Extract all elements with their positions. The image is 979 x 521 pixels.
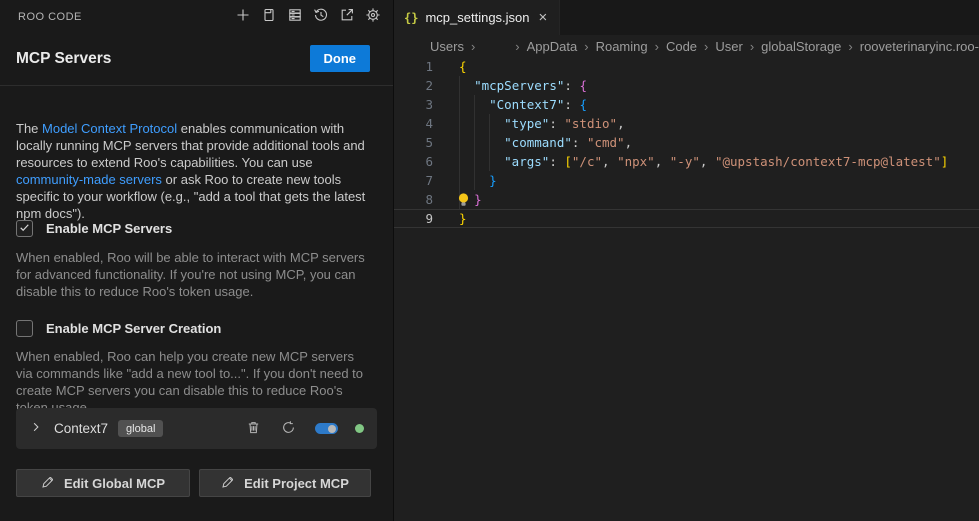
panel-toolbar (233, 7, 382, 26)
breadcrumb-separator-icon: › (704, 39, 708, 54)
description-text: The (16, 121, 42, 136)
breadcrumb-item[interactable]: Code (666, 39, 697, 54)
tab-mcp-settings-json[interactable]: {} mcp_settings.json × (394, 0, 560, 35)
settings-gear-icon (365, 7, 381, 26)
new-task-button[interactable] (233, 7, 252, 26)
code-line[interactable]: 4 "type": "stdio", (394, 114, 979, 133)
editor-pane: {} mcp_settings.json × Users › › AppData › Ro… (393, 0, 979, 521)
expand-server-button[interactable] (29, 422, 43, 436)
panel-header-title: ROO CODE (18, 11, 82, 23)
header-divider (0, 85, 393, 86)
enable-mcp-server-creation-label: Enable MCP Server Creation (46, 321, 221, 336)
breadcrumb-separator-icon: › (848, 39, 852, 54)
toggle-knob (328, 425, 336, 433)
description-link[interactable]: community-made servers (16, 172, 162, 187)
done-button[interactable]: Done (310, 45, 371, 72)
breadcrumb-separator-icon: › (584, 39, 588, 54)
line-number: 5 (394, 133, 433, 152)
mcp-description: The Model Context Protocol enables commu… (16, 120, 373, 222)
json-file-icon: {} (404, 11, 418, 25)
pencil-icon (41, 475, 55, 492)
code-editor[interactable]: 1{2 "mcpServers": {3 "Context7": {4 "typ… (394, 57, 979, 521)
edit-project-mcp-button[interactable]: Edit Project MCP (199, 469, 371, 497)
settings-button[interactable] (363, 7, 382, 26)
server-status-dot (355, 424, 364, 433)
server-name: Context7 (54, 421, 108, 436)
edit-global-mcp-button[interactable]: Edit Global MCP (16, 469, 190, 497)
code-line[interactable]: 9} (394, 209, 979, 228)
editor-tab-bar: {} mcp_settings.json × (394, 0, 979, 35)
scope-badge: global (118, 420, 163, 437)
open-in-editor-icon (339, 7, 355, 26)
plus-icon (235, 7, 251, 26)
roo-code-panel: ROO CODE MCP Servers Done The Model Cont… (0, 0, 393, 521)
enable-mcp-servers-description: When enabled, Roo will be able to intera… (16, 249, 373, 300)
line-number: 3 (394, 95, 433, 114)
enable-mcp-server-creation-checkbox[interactable] (16, 320, 33, 337)
delete-server-button[interactable] (245, 420, 262, 437)
tab-label: mcp_settings.json (425, 10, 529, 25)
code-lines: 1{2 "mcpServers": {3 "Context7": {4 "typ… (394, 57, 979, 228)
history-icon (313, 7, 329, 26)
notepad-icon (261, 7, 277, 26)
code-line[interactable]: 8 } (394, 190, 979, 209)
breadcrumb-separator-icon: › (750, 39, 754, 54)
checkmark-icon (19, 220, 30, 238)
code-line[interactable]: 6 "args": ["/c", "npx", "-y", "@upstash/… (394, 152, 979, 171)
breadcrumb-item[interactable]: Users (430, 39, 464, 54)
breadcrumb-item[interactable]: globalStorage (761, 39, 841, 54)
breadcrumb-separator-icon: › (471, 39, 475, 54)
breadcrumb-separator-icon: › (515, 39, 519, 54)
chevron-right-icon (30, 421, 42, 436)
prompts-button[interactable] (259, 7, 278, 26)
refresh-icon (281, 420, 296, 438)
mcp-servers-button[interactable] (285, 7, 304, 26)
server-enabled-toggle[interactable] (315, 423, 338, 434)
breadcrumb-item[interactable]: User (715, 39, 742, 54)
restart-server-button[interactable] (280, 420, 297, 437)
server-card-context7[interactable]: Context7 global (16, 408, 377, 449)
code-line[interactable]: 5 "command": "cmd", (394, 133, 979, 152)
breadcrumb: Users › › AppData › Roaming › Code › User › globalS… (394, 35, 979, 57)
enable-mcp-servers-label: Enable MCP Servers (46, 221, 172, 236)
line-number: 6 (394, 152, 433, 171)
code-line[interactable]: 2 "mcpServers": { (394, 76, 979, 95)
close-tab-button[interactable]: × (537, 9, 550, 26)
enable-mcp-servers-checkbox[interactable] (16, 220, 33, 237)
code-line[interactable]: 1{ (394, 57, 979, 76)
edit-project-mcp-label: Edit Project MCP (244, 476, 349, 491)
pencil-icon (221, 475, 235, 492)
edit-global-mcp-label: Edit Global MCP (64, 476, 165, 491)
breadcrumb-item[interactable]: AppData (527, 39, 578, 54)
trash-icon (246, 420, 261, 438)
line-number: 8 (394, 190, 433, 209)
line-number: 4 (394, 114, 433, 133)
enable-mcp-server-creation-description: When enabled, Roo can help you create ne… (16, 348, 373, 416)
description-link[interactable]: Model Context Protocol (42, 121, 177, 136)
page-title: MCP Servers (16, 50, 111, 68)
mcp-server-icon (287, 7, 303, 26)
history-button[interactable] (311, 7, 330, 26)
code-line[interactable]: 3 "Context7": { (394, 95, 979, 114)
open-in-editor-button[interactable] (337, 7, 356, 26)
line-number: 7 (394, 171, 433, 190)
line-number: 2 (394, 76, 433, 95)
code-line[interactable]: 7 } (394, 171, 979, 190)
breadcrumb-item[interactable]: rooveterinaryinc.roo-cli (860, 39, 979, 54)
line-number: 1 (394, 57, 433, 76)
breadcrumb-item[interactable]: Roaming (596, 39, 648, 54)
breadcrumb-separator-icon: › (655, 39, 659, 54)
line-number: 9 (394, 209, 433, 228)
lightbulb-icon[interactable] (456, 192, 471, 208)
